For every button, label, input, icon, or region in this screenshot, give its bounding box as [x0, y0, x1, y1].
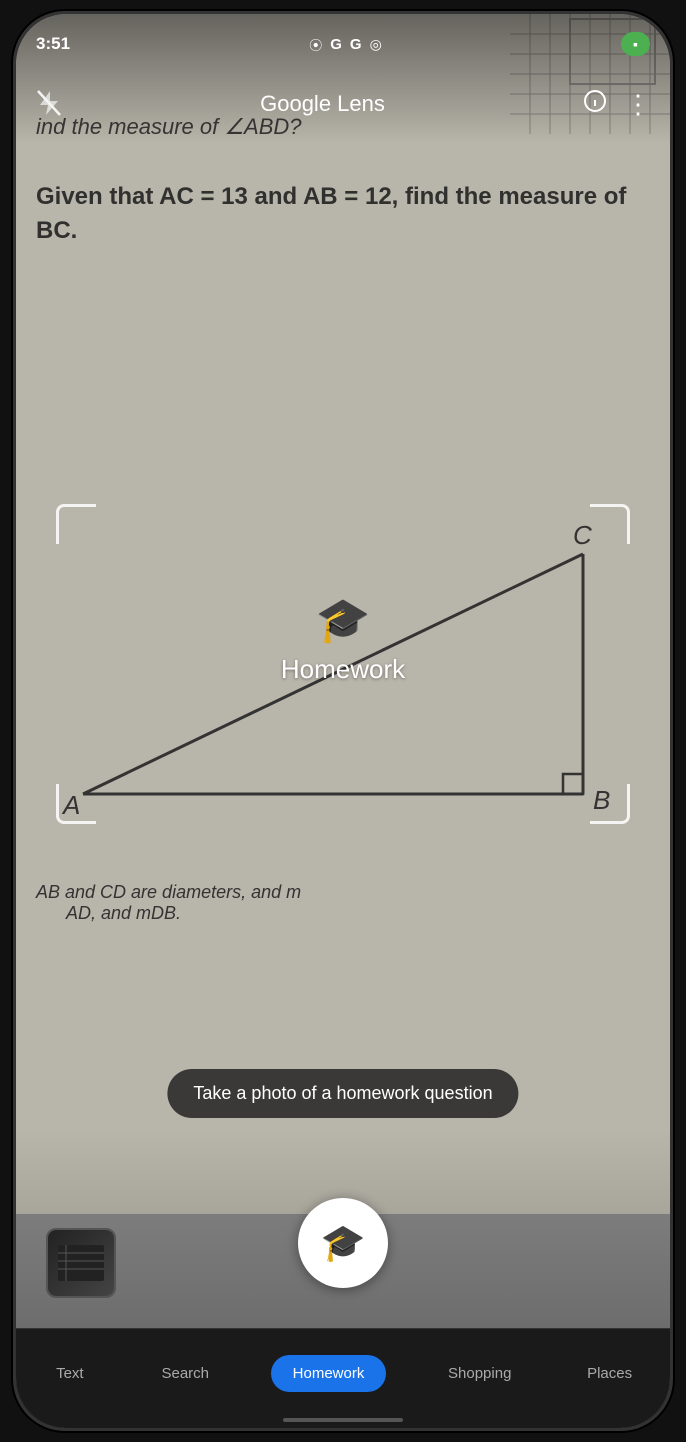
google-g-icon-2: G [350, 36, 362, 53]
bottom-nav: Text Search Homework Shopping Places [16, 1328, 670, 1428]
shutter-icon: 🎓 [321, 1222, 366, 1264]
recording-icon: ⦿ [309, 35, 322, 54]
google-g-icon-1: G [330, 36, 342, 53]
screen: ind the measure of ∠ABD? Given that AC =… [16, 14, 670, 1428]
paper-question-2: Given that AC = 13 and AB = 12, find the… [36, 180, 670, 247]
header-icons: ⋮ [583, 89, 650, 120]
nav-label-shopping: Shopping [448, 1365, 511, 1382]
status-icons: ⦿ G G ◎ [309, 35, 382, 54]
homework-mode-text: Homework [281, 654, 405, 685]
battery-indicator: ▪ [621, 32, 650, 56]
status-bar: 3:51 ⦿ G G ◎ ▪ [16, 14, 670, 74]
video-icon: ▪ [633, 36, 638, 52]
nav-label-places: Places [587, 1365, 632, 1382]
homework-mode-label: 🎓 Homework [281, 594, 405, 685]
nav-label-text: Text [56, 1365, 84, 1382]
bottom-paper-text: AB and CD are diameters, and m AD, and m… [16, 882, 670, 924]
bottom-controls: 🎓 [16, 1158, 670, 1328]
homework-mode-icon: 🎓 [316, 594, 371, 646]
nav-item-places[interactable]: Places [573, 1357, 646, 1390]
svg-text:B: B [593, 785, 610, 815]
tooltip: Take a photo of a homework question [167, 1069, 518, 1118]
shutter-button[interactable]: 🎓 [298, 1198, 388, 1288]
nav-item-homework[interactable]: Homework [271, 1355, 387, 1392]
nav-item-search[interactable]: Search [147, 1357, 223, 1390]
svg-text:C: C [573, 520, 592, 550]
svg-text:A: A [61, 790, 80, 820]
phone-shell: ind the measure of ∠ABD? Given that AC =… [13, 11, 673, 1431]
thumbnail[interactable] [46, 1228, 116, 1298]
status-right: ▪ [621, 32, 650, 56]
info-button[interactable] [583, 89, 607, 119]
status-time: 3:51 [36, 34, 70, 54]
lens-header: Google Lens ⋮ [16, 74, 670, 134]
home-indicator [283, 1418, 403, 1422]
nav-item-shopping[interactable]: Shopping [434, 1357, 525, 1390]
thumbnail-image [48, 1230, 114, 1296]
more-button[interactable]: ⋮ [625, 89, 650, 120]
wifi-icon: ◎ [370, 36, 382, 53]
nav-label-search: Search [161, 1365, 209, 1382]
tooltip-text: Take a photo of a homework question [193, 1083, 492, 1103]
nav-item-text[interactable]: Text [40, 1357, 100, 1390]
lens-title: Google Lens [260, 91, 385, 117]
nav-label-homework: Homework [293, 1365, 365, 1382]
